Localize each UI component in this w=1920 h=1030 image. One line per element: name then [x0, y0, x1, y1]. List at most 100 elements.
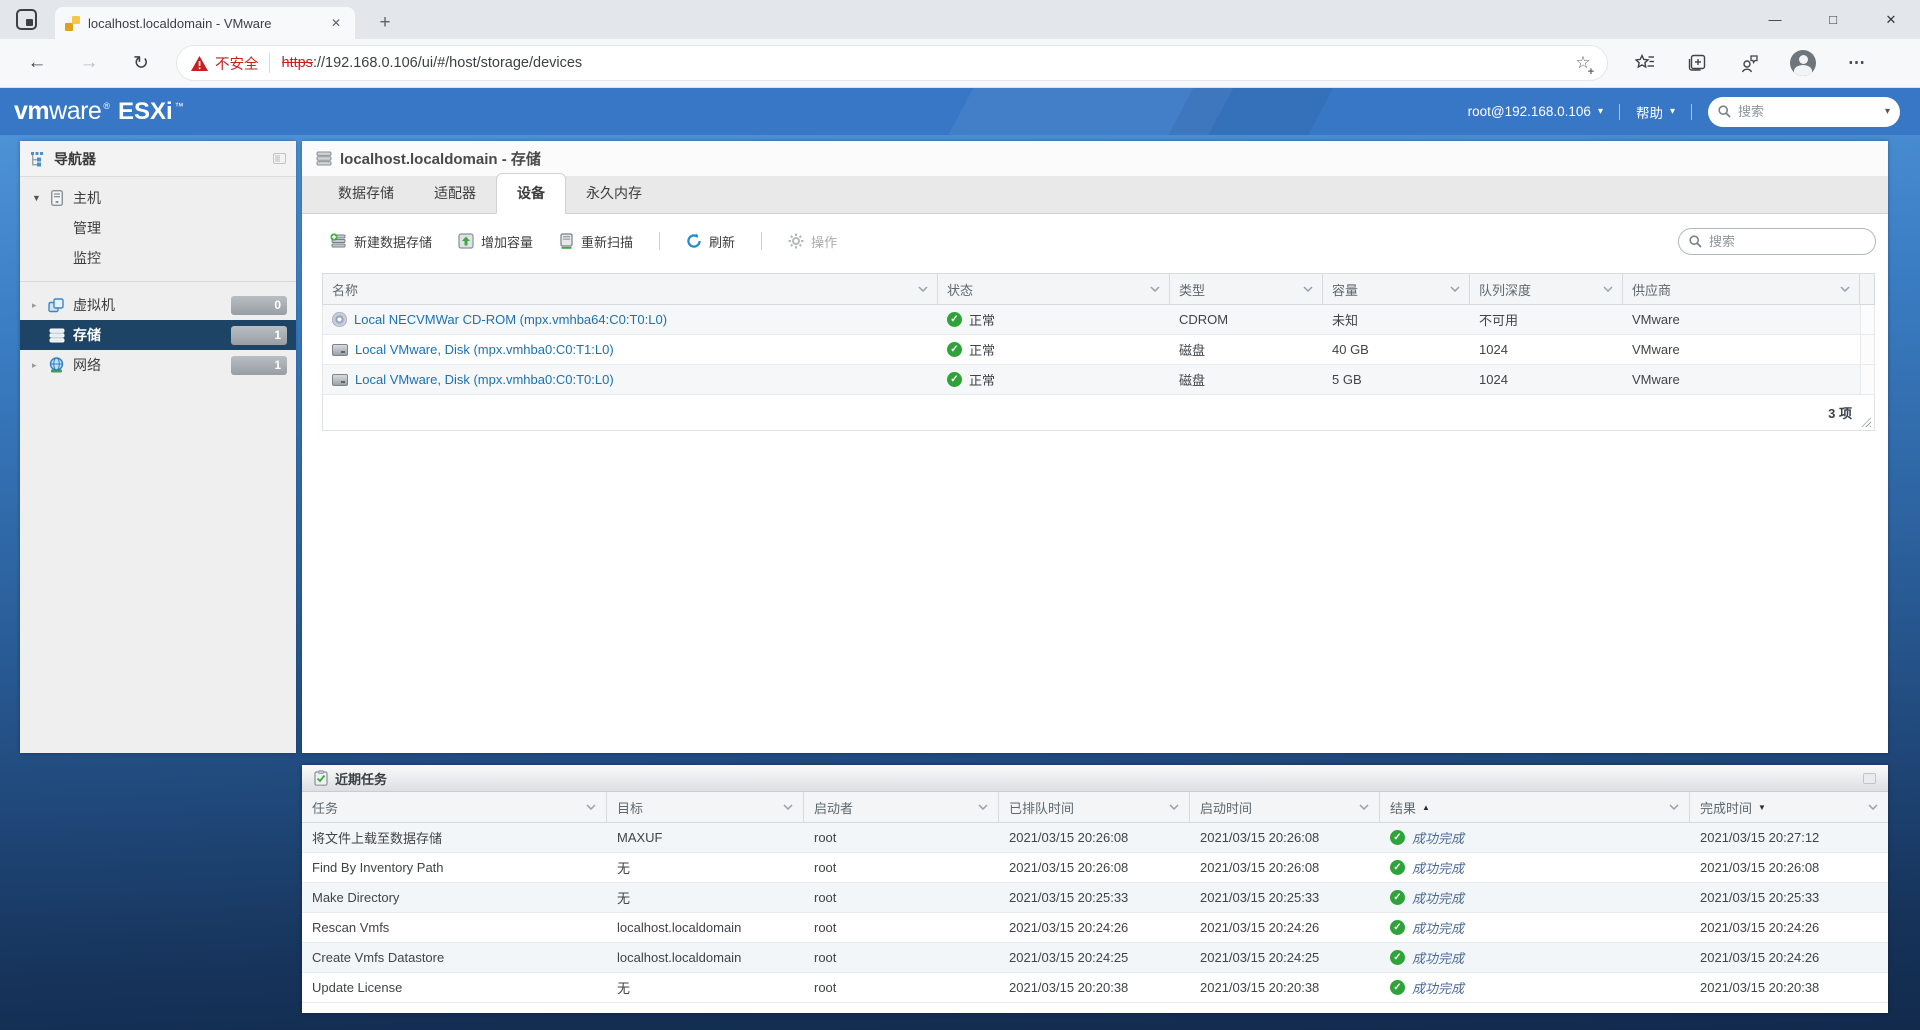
- security-warning-label[interactable]: 不安全: [215, 53, 259, 74]
- feedback-icon[interactable]: [1738, 52, 1760, 74]
- chevron-down-icon[interactable]: [1840, 286, 1850, 292]
- column-header-task[interactable]: 任务: [302, 792, 607, 822]
- column-header-status[interactable]: 状态: [938, 274, 1170, 304]
- minimize-button[interactable]: —: [1746, 0, 1804, 39]
- devices-content: 新建数据存储 增加容量 重新扫描 刷新: [302, 215, 1888, 753]
- task-result-cell: ✓成功完成: [1380, 823, 1690, 852]
- tab-persistent-memory[interactable]: 永久内存: [566, 174, 662, 213]
- user-menu[interactable]: root@192.168.0.106 ▾: [1468, 104, 1603, 119]
- url-text[interactable]: https://192.168.0.106/ui/#/host/storage/…: [282, 55, 583, 71]
- chevron-down-icon[interactable]: [1450, 286, 1460, 292]
- chevron-down-icon[interactable]: [783, 804, 793, 810]
- status-ok-icon: ✓: [1390, 950, 1405, 965]
- task-row[interactable]: Make Directory 无 root 2021/03/15 20:25:3…: [302, 883, 1888, 913]
- device-vendor-cell: VMware: [1623, 305, 1860, 334]
- close-button[interactable]: ✕: [1862, 0, 1920, 39]
- column-header-name[interactable]: 名称: [323, 274, 938, 304]
- table-row[interactable]: Local VMware, Disk (mpx.vmhba0:C0:T1:L0)…: [323, 335, 1874, 365]
- task-row[interactable]: 将文件上载至数据存储 MAXUF root 2021/03/15 20:26:0…: [302, 823, 1888, 853]
- column-header-vendor[interactable]: 供应商: [1623, 274, 1860, 304]
- sidebar-item-network[interactable]: ▸ 网络 1: [20, 350, 296, 380]
- rescan-icon: [559, 233, 574, 249]
- help-menu[interactable]: 帮助 ▾: [1636, 102, 1675, 122]
- recent-tasks-title: 近期任务: [335, 769, 387, 788]
- column-header-initiator[interactable]: 启动者: [804, 792, 999, 822]
- devices-search-input[interactable]: [1709, 234, 1865, 249]
- column-header-queued[interactable]: 已排队时间: [999, 792, 1190, 822]
- task-started-cell: 2021/03/15 20:24:26: [1190, 913, 1380, 942]
- chevron-down-icon[interactable]: [1303, 286, 1313, 292]
- chevron-down-icon[interactable]: [1359, 804, 1369, 810]
- column-header-capacity[interactable]: 容量: [1323, 274, 1470, 304]
- column-header-type[interactable]: 类型: [1170, 274, 1323, 304]
- collections-icon[interactable]: [1686, 52, 1708, 74]
- task-initiator-cell: root: [804, 853, 999, 882]
- rescan-button[interactable]: 重新扫描: [559, 232, 633, 251]
- chevron-down-icon[interactable]: [1669, 804, 1679, 810]
- refresh-button[interactable]: 刷新: [686, 232, 735, 251]
- column-header-target[interactable]: 目标: [607, 792, 804, 822]
- column-header-queue-depth[interactable]: 队列深度: [1470, 274, 1623, 304]
- column-header-completed[interactable]: 完成时间▼: [1690, 792, 1888, 822]
- device-type-cell: 磁盘: [1170, 335, 1323, 364]
- browser-menu-icon[interactable]: ⋯: [1846, 52, 1868, 74]
- tab-close-icon[interactable]: ✕: [327, 14, 345, 32]
- url-bar[interactable]: 不安全 https://192.168.0.106/ui/#/host/stor…: [176, 45, 1608, 81]
- sort-asc-icon: ▲: [1422, 803, 1430, 812]
- expand-panel-icon[interactable]: [1863, 773, 1876, 784]
- chevron-down-icon[interactable]: [586, 804, 596, 810]
- profile-avatar[interactable]: [1790, 50, 1816, 76]
- actions-button: 操作: [788, 232, 837, 251]
- table-row[interactable]: Local VMware, Disk (mpx.vmhba0:C0:T0:L0)…: [323, 365, 1874, 395]
- maximize-button[interactable]: □: [1804, 0, 1862, 39]
- task-row[interactable]: Find By Inventory Path 无 root 2021/03/15…: [302, 853, 1888, 883]
- sidebar-item-monitor[interactable]: 监控: [20, 243, 296, 273]
- header-search[interactable]: ▾: [1708, 97, 1900, 127]
- sidebar-item-host[interactable]: ▼ 主机: [20, 183, 296, 213]
- browser-tab[interactable]: localhost.localdomain - VMware ✕: [55, 7, 355, 39]
- tab-devices[interactable]: 设备: [496, 173, 566, 214]
- device-name-link[interactable]: Local NECVMWar CD-ROM (mpx.vmhba64:C0:T0…: [354, 312, 667, 327]
- add-favorite-icon[interactable]: ☆: [1573, 53, 1593, 73]
- resize-grip[interactable]: [1861, 417, 1871, 427]
- recent-tasks-header[interactable]: 近期任务: [302, 765, 1888, 792]
- sidebar-item-label: 主机: [73, 188, 101, 208]
- devices-search[interactable]: [1678, 228, 1876, 255]
- table-row[interactable]: Local NECVMWar CD-ROM (mpx.vmhba64:C0:T0…: [323, 305, 1874, 335]
- device-name-link[interactable]: Local VMware, Disk (mpx.vmhba0:C0:T1:L0): [355, 342, 614, 357]
- tree-collapsed-icon[interactable]: ▸: [32, 300, 48, 311]
- task-row[interactable]: Update License 无 root 2021/03/15 20:20:3…: [302, 973, 1888, 1003]
- reload-button[interactable]: ↻: [124, 46, 158, 80]
- chevron-down-icon[interactable]: ▾: [1885, 106, 1890, 117]
- chevron-down-icon[interactable]: [1150, 286, 1160, 292]
- count-badge: 1: [231, 356, 287, 375]
- task-row[interactable]: Rescan Vmfs localhost.localdomain root 2…: [302, 913, 1888, 943]
- chevron-down-icon[interactable]: [978, 804, 988, 810]
- tab-adapters[interactable]: 适配器: [414, 174, 496, 213]
- task-row[interactable]: Create Vmfs Datastore localhost.localdom…: [302, 943, 1888, 973]
- chevron-down-icon[interactable]: [1868, 804, 1878, 810]
- tab-datastores[interactable]: 数据存储: [318, 174, 414, 213]
- column-header-started[interactable]: 启动时间: [1190, 792, 1380, 822]
- back-button[interactable]: ←: [20, 46, 54, 80]
- chevron-down-icon[interactable]: [918, 286, 928, 292]
- device-status-cell: ✓ 正常: [938, 335, 1170, 364]
- tree-expanded-icon[interactable]: ▼: [32, 193, 48, 203]
- column-header-result[interactable]: 结果▲: [1380, 792, 1690, 822]
- sidebar-item-storage[interactable]: 存储 1: [20, 320, 296, 350]
- favorites-icon[interactable]: [1634, 52, 1656, 74]
- search-input[interactable]: [1738, 104, 1878, 119]
- collapse-panel-icon[interactable]: [273, 153, 286, 164]
- device-queue-cell: 1024: [1470, 365, 1623, 394]
- sidebar-item-vms[interactable]: ▸ 虚拟机 0: [20, 290, 296, 320]
- browser-workspaces-icon[interactable]: [16, 9, 37, 30]
- tree-collapsed-icon[interactable]: ▸: [32, 360, 48, 371]
- new-tab-button[interactable]: +: [372, 10, 398, 36]
- new-datastore-button[interactable]: 新建数据存储: [330, 232, 432, 251]
- task-completed-cell: 2021/03/15 20:24:26: [1690, 943, 1888, 972]
- chevron-down-icon[interactable]: [1603, 286, 1613, 292]
- increase-capacity-button[interactable]: 增加容量: [458, 232, 533, 251]
- chevron-down-icon[interactable]: [1169, 804, 1179, 810]
- sidebar-item-manage[interactable]: 管理: [20, 213, 296, 243]
- device-name-link[interactable]: Local VMware, Disk (mpx.vmhba0:C0:T0:L0): [355, 372, 614, 387]
